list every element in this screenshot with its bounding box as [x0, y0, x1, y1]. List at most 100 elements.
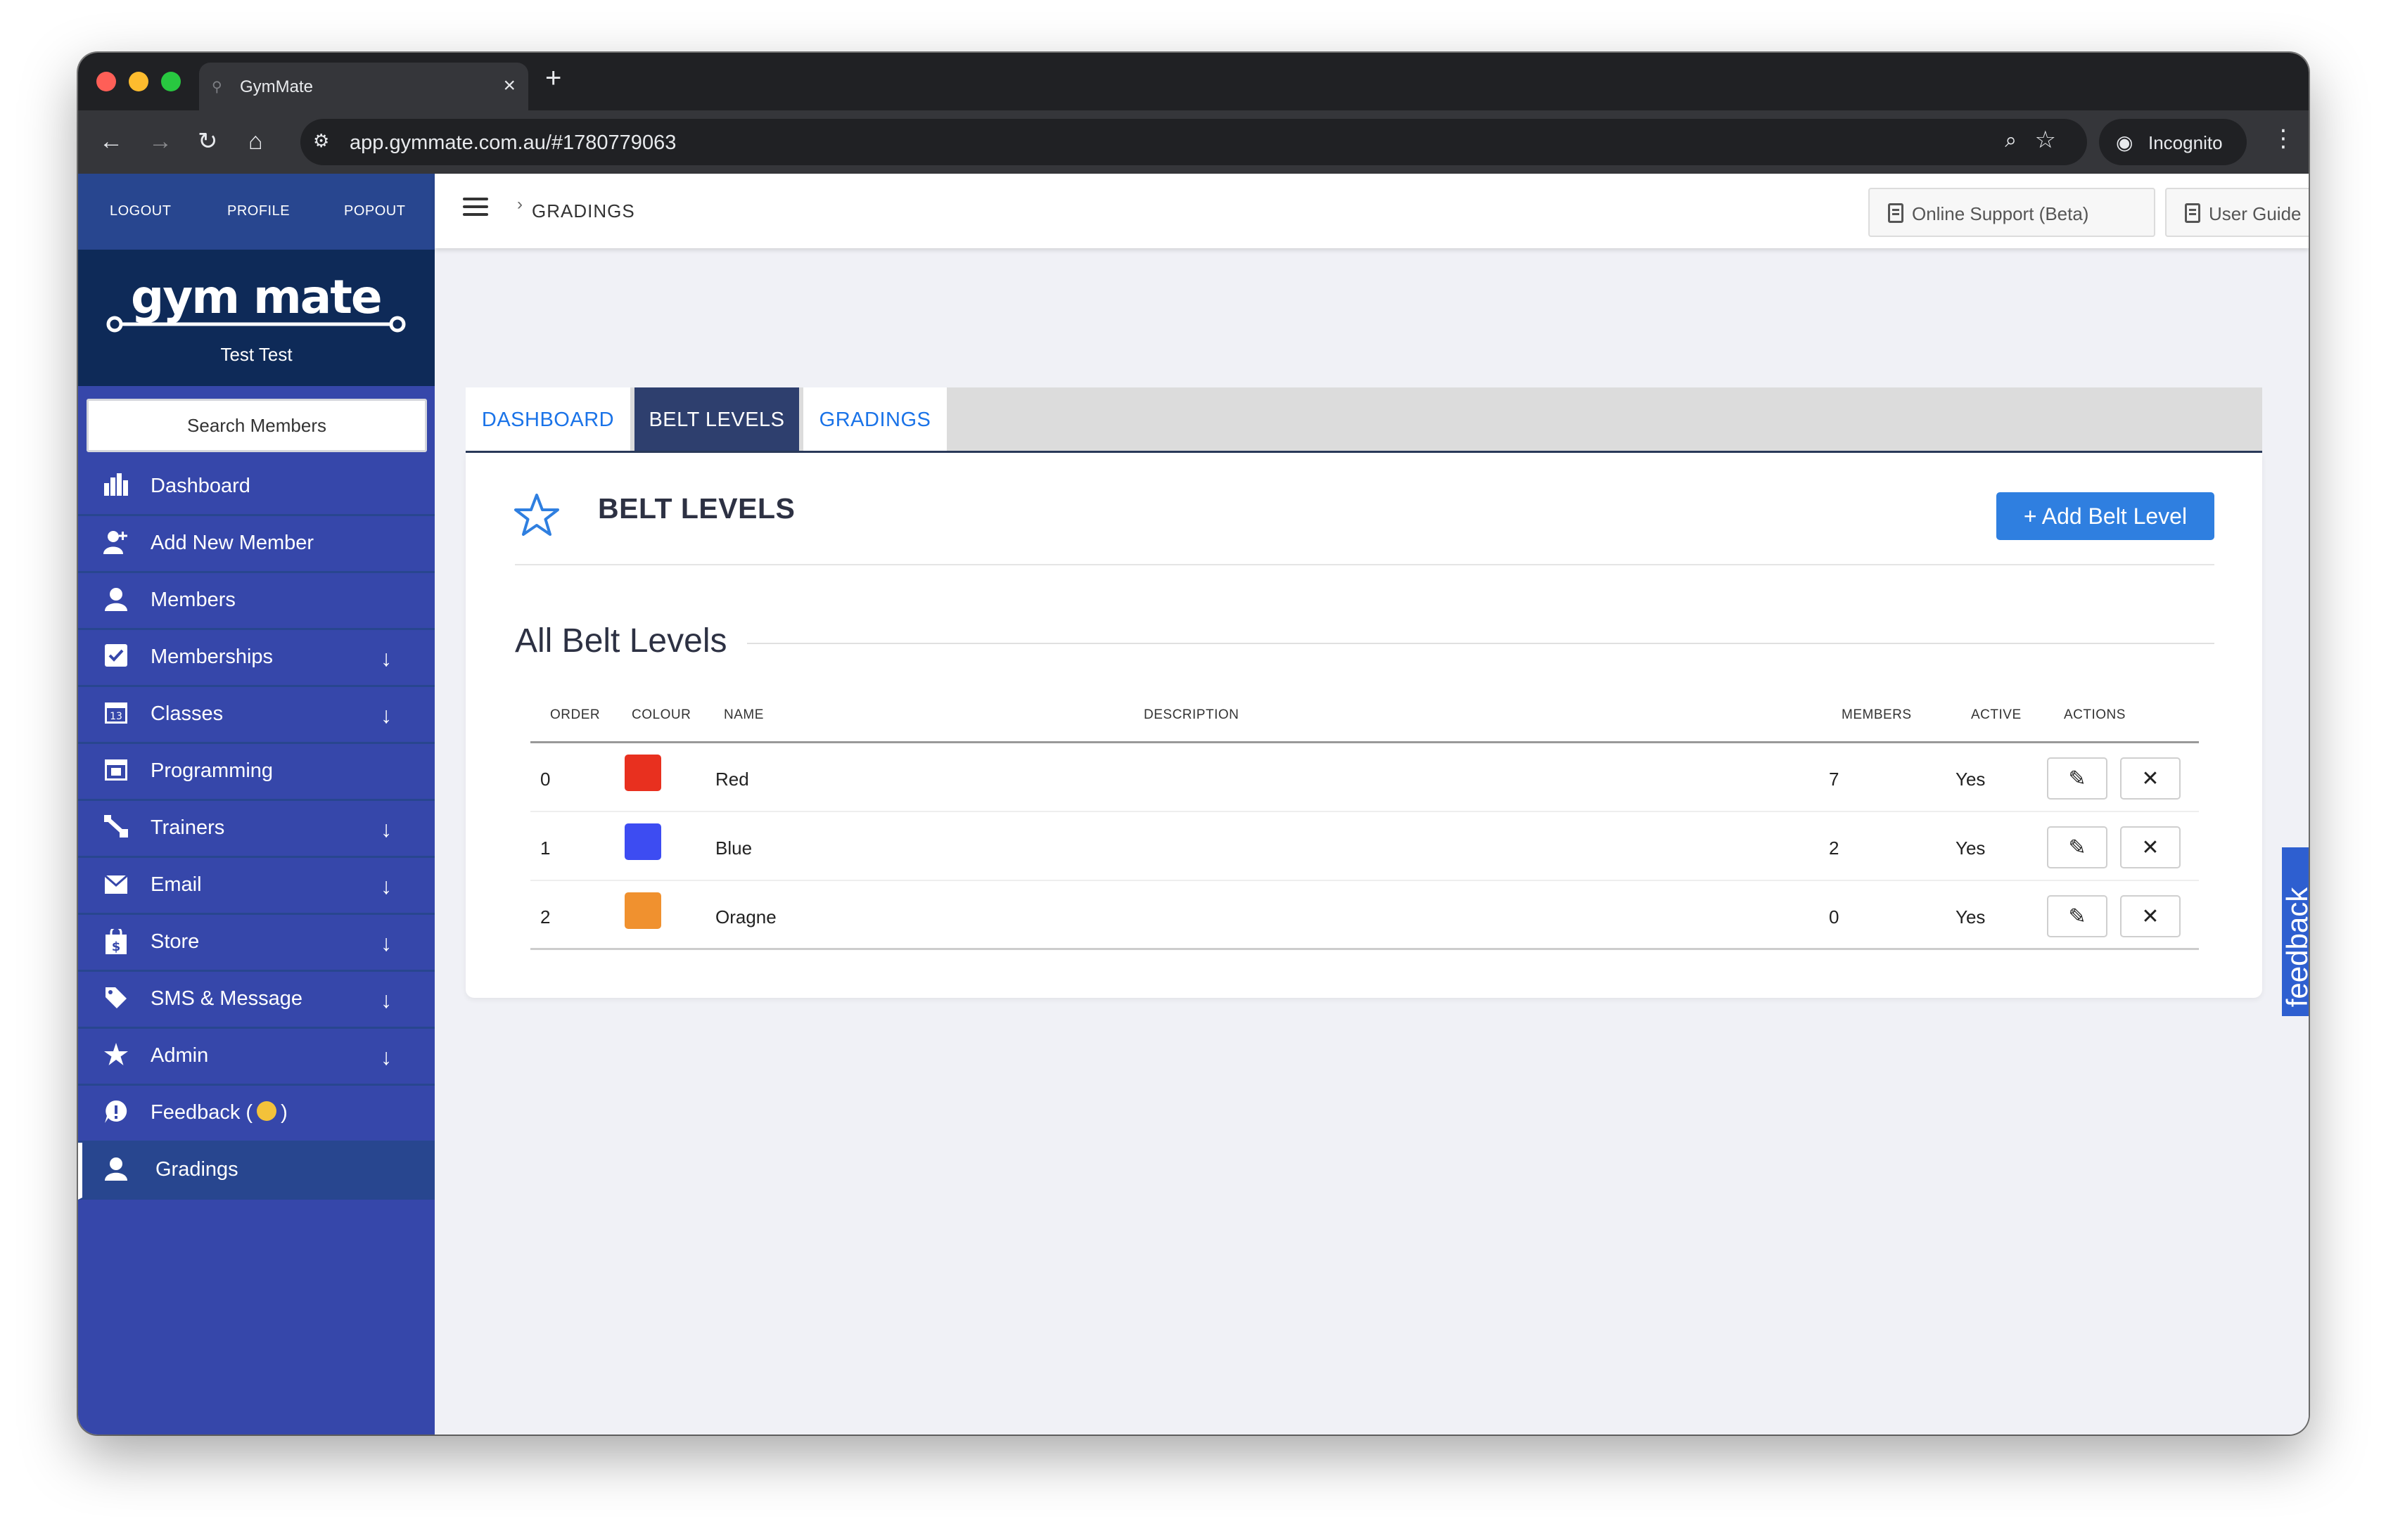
sidebar-item-dashboard[interactable]: Dashboard	[78, 459, 435, 516]
sidebar-item-feedback[interactable]: Feedback ()	[78, 1086, 435, 1143]
expand-arrow-icon[interactable]: ↓	[381, 646, 392, 672]
browser-menu-icon[interactable]: ⋮	[2271, 124, 2295, 153]
colour-swatch	[625, 892, 661, 929]
user-icon	[102, 587, 130, 615]
star-outline-icon	[514, 494, 559, 536]
order-cell: 1	[540, 838, 551, 859]
smiley-emoji-icon	[257, 1101, 277, 1122]
expand-arrow-icon[interactable]: ↓	[381, 816, 392, 842]
expand-arrow-icon[interactable]: ↓	[381, 702, 392, 729]
trainer-icon	[102, 815, 130, 843]
members-cell: 2	[1829, 838, 1839, 859]
sidebar-item-label: Email	[151, 873, 202, 896]
bar-chart-icon	[102, 473, 130, 501]
active-cell: Yes	[1956, 838, 1986, 859]
delete-button[interactable]: ✕	[2120, 757, 2181, 800]
belt-levels-card: BELT LEVELS + Add Belt Level All Belt Le…	[466, 453, 2262, 998]
feedback-tab-label: feedback	[2280, 887, 2309, 1008]
bookmark-star-icon[interactable]: ☆	[2035, 126, 2056, 154]
user-guide-button[interactable]: User Guide	[2165, 188, 2309, 237]
tab-gradings[interactable]: GRADINGS	[803, 387, 947, 451]
sidebar-item-gradings[interactable]: Gradings	[78, 1143, 435, 1200]
tab-favicon-icon: ⚲	[212, 79, 222, 95]
forward-icon[interactable]: →	[148, 127, 172, 155]
sidebar-item-label: Trainers	[151, 816, 225, 839]
online-support-button[interactable]: Online Support (Beta)	[1868, 188, 2155, 237]
feedback-label-suffix: )	[281, 1101, 288, 1124]
sidebar-item-label: Programming	[151, 759, 274, 782]
maximize-window-button[interactable]	[161, 72, 181, 91]
address-bar[interactable]: ⚙ app.gymmate.com.au/#1780779063 ⌕ ☆	[300, 119, 2087, 165]
hamburger-menu-icon[interactable]	[463, 198, 488, 217]
minimize-window-button[interactable]	[129, 72, 148, 91]
tab-title: GymMate	[240, 77, 314, 96]
edit-button[interactable]: ✎	[2047, 895, 2107, 937]
edit-button[interactable]: ✎	[2047, 826, 2107, 868]
order-cell: 2	[540, 906, 551, 928]
home-icon[interactable]: ⌂	[248, 127, 263, 155]
column-header-active: ACTIVE	[1971, 707, 2022, 722]
svg-text:$: $	[112, 939, 121, 954]
close-icon: ✕	[2141, 767, 2159, 790]
delete-button[interactable]: ✕	[2120, 826, 2181, 868]
section-title: All Belt Levels	[515, 622, 727, 660]
sidebar-item-label: Classes	[151, 702, 224, 725]
logo-text: gym mate	[131, 271, 381, 324]
browser-tab[interactable]: ⚲ GymMate ×	[199, 63, 528, 110]
feedback-label-text: Feedback (	[151, 1101, 253, 1124]
url-text: app.gymmate.com.au/#1780779063	[350, 131, 677, 154]
profile-link[interactable]: PROFILE	[227, 203, 290, 219]
popout-link[interactable]: POPOUT	[344, 203, 405, 219]
feedback-side-tab[interactable]: feedback	[2280, 847, 2309, 1016]
reload-icon[interactable]: ↻	[198, 127, 218, 155]
sidebar-item-email[interactable]: Email ↓	[78, 858, 435, 915]
search-members-button[interactable]: Search Members	[87, 399, 427, 452]
sidebar-nav: Dashboard Add New Member Members Members…	[78, 459, 435, 1200]
breadcrumb-chevron-icon: ›	[517, 195, 523, 214]
envelope-icon	[102, 872, 130, 900]
sidebar-item-store[interactable]: $ Store ↓	[78, 915, 435, 972]
divider	[515, 564, 2214, 565]
sidebar-item-sms-message[interactable]: SMS & Message ↓	[78, 972, 435, 1029]
tab-dashboard[interactable]: DASHBOARD	[466, 387, 630, 451]
expand-arrow-icon[interactable]: ↓	[381, 873, 392, 899]
close-window-button[interactable]	[96, 72, 116, 91]
sidebar-top-links: LOGOUT PROFILE POPOUT	[78, 174, 435, 250]
column-header-members: MEMBERS	[1842, 707, 1912, 722]
expand-arrow-icon[interactable]: ↓	[381, 930, 392, 956]
gymmate-logo: gym mate	[106, 271, 406, 333]
sidebar-item-label: Store	[151, 930, 200, 953]
edit-button[interactable]: ✎	[2047, 757, 2107, 800]
calendar-programming-icon	[102, 758, 130, 786]
sidebar-item-add-new-member[interactable]: Add New Member	[78, 516, 435, 573]
sidebar-item-classes[interactable]: 13 Classes ↓	[78, 687, 435, 744]
tab-belt-levels[interactable]: BELT LEVELS	[634, 387, 799, 451]
active-cell: Yes	[1956, 906, 1986, 928]
document-icon	[2185, 203, 2200, 223]
expand-arrow-icon[interactable]: ↓	[381, 987, 392, 1013]
logout-link[interactable]: LOGOUT	[110, 203, 171, 219]
zoom-icon[interactable]: ⌕	[2005, 129, 2017, 153]
incognito-button[interactable]: ◉ Incognito	[2099, 119, 2247, 165]
user-name: Test Test	[220, 344, 293, 365]
sidebar-item-admin[interactable]: Admin ↓	[78, 1029, 435, 1086]
new-tab-icon[interactable]: +	[545, 63, 561, 94]
delete-button[interactable]: ✕	[2120, 895, 2181, 937]
tag-icon	[102, 986, 130, 1014]
calendar-icon: 13	[102, 701, 130, 729]
expand-arrow-icon[interactable]: ↓	[381, 1044, 392, 1070]
sidebar-item-memberships[interactable]: Memberships ↓	[78, 630, 435, 687]
tab-close-icon[interactable]: ×	[503, 74, 516, 98]
add-belt-level-button[interactable]: + Add Belt Level	[1996, 492, 2214, 540]
site-settings-icon[interactable]: ⚙	[313, 130, 337, 154]
sidebar-item-programming[interactable]: Programming	[78, 744, 435, 801]
column-header-name: NAME	[724, 707, 764, 722]
sidebar-item-members[interactable]: Members	[78, 573, 435, 630]
sidebar-item-trainers[interactable]: Trainers ↓	[78, 801, 435, 858]
sidebar-item-label: Feedback ()	[151, 1101, 288, 1124]
back-icon[interactable]: ←	[99, 127, 123, 155]
checkbox-icon	[102, 644, 130, 672]
pencil-icon: ✎	[2068, 836, 2086, 859]
table-row: 1 Blue 2 Yes ✎ ✕	[530, 812, 2199, 881]
pencil-icon: ✎	[2068, 767, 2086, 790]
